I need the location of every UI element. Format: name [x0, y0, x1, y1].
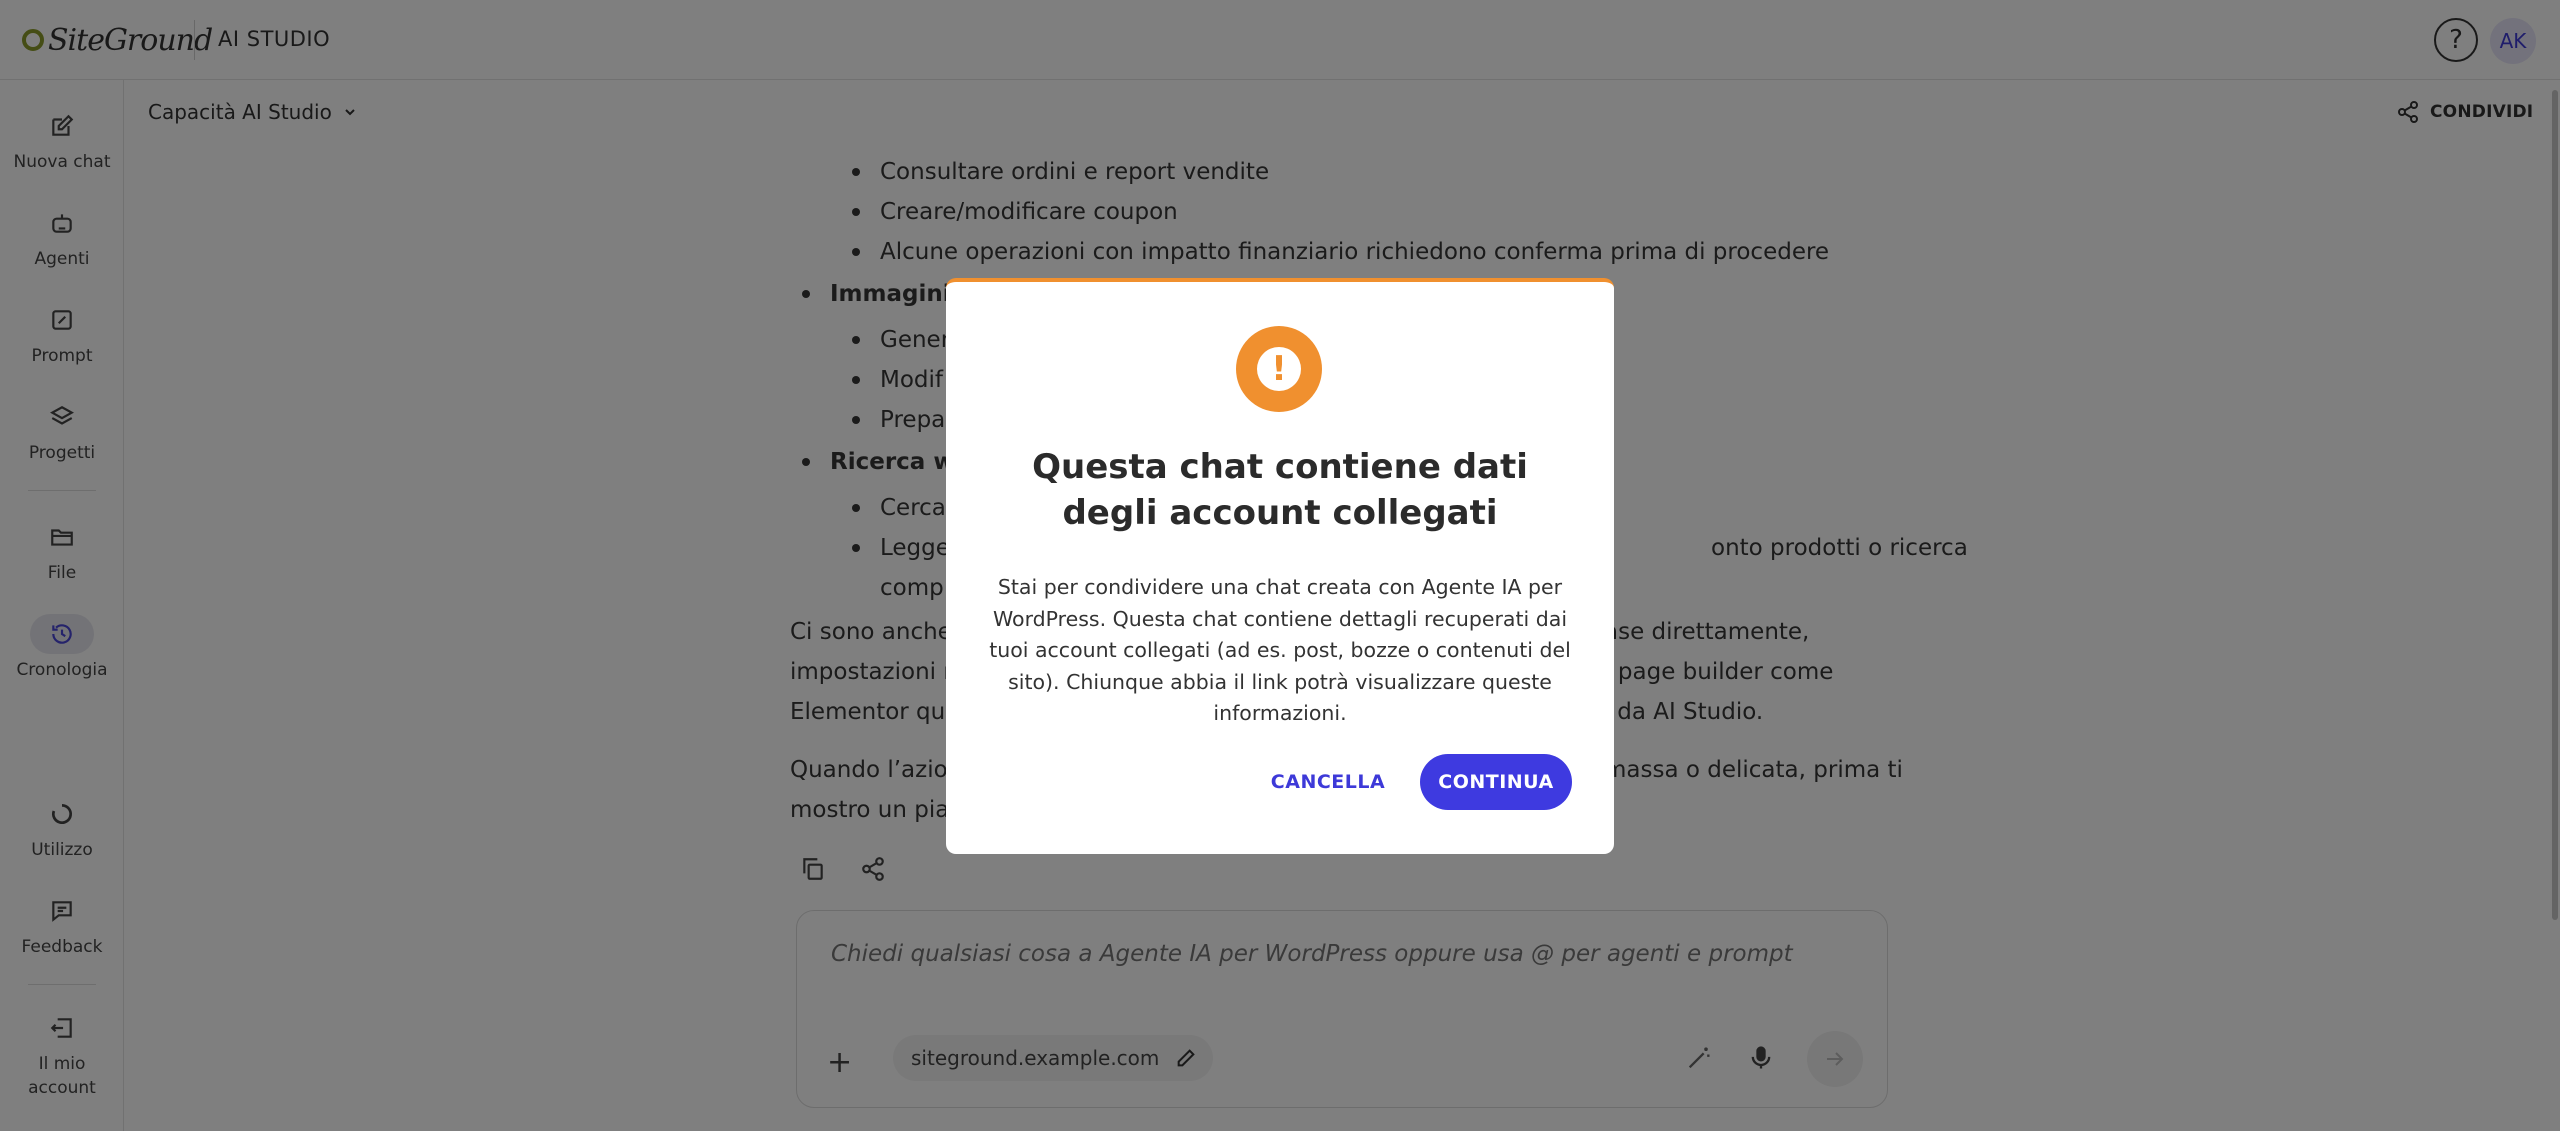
exclamation-icon: ! — [1257, 347, 1301, 391]
warning-icon: ! — [1236, 326, 1322, 412]
dialog-title: Questa chat contiene dati degli account … — [1032, 447, 1528, 533]
continue-button[interactable]: CONTINUA — [1420, 754, 1572, 810]
share-warning-dialog: ! Questa chat contiene dati degli accoun… — [946, 278, 1614, 854]
cancel-button[interactable]: CANCELLA — [1248, 754, 1408, 810]
dialog-body: Stai per condividere una chat creata con… — [989, 575, 1571, 725]
